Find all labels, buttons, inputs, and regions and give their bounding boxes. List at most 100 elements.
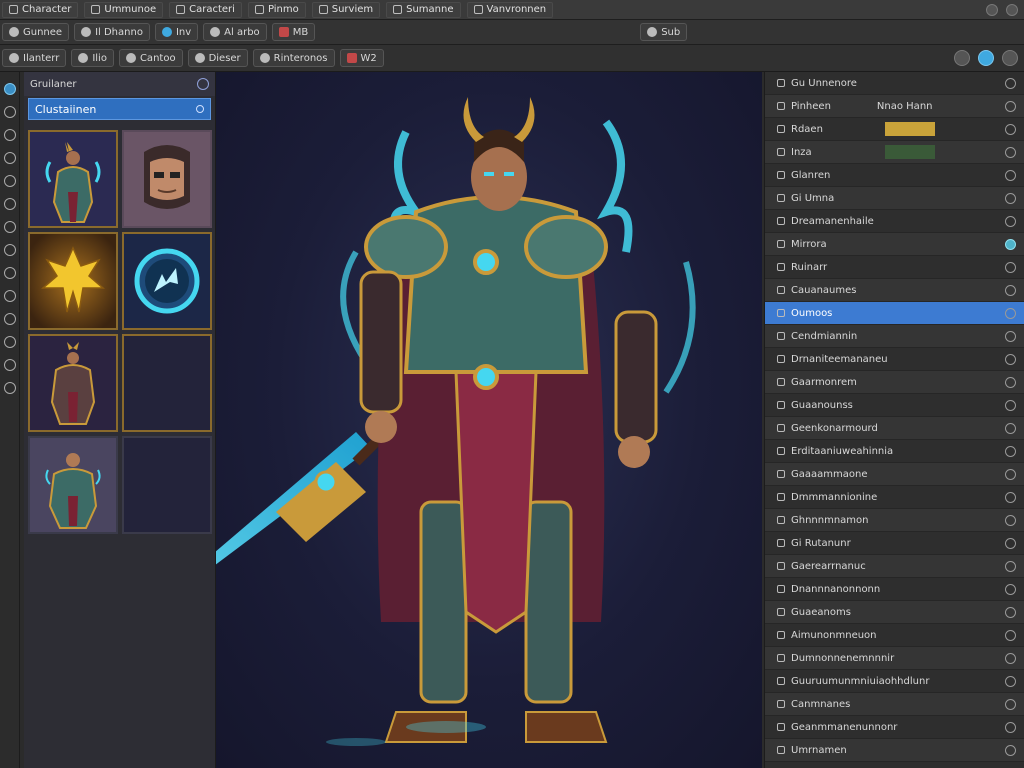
property-row[interactable]: Cauanaumes bbox=[765, 279, 1024, 302]
property-row[interactable]: Gi Umna bbox=[765, 187, 1024, 210]
eye-icon[interactable] bbox=[4, 221, 16, 233]
property-toggle-icon[interactable] bbox=[1005, 399, 1016, 411]
asset-tile-golden-rune[interactable] bbox=[28, 232, 118, 330]
property-row[interactable]: Umrnamen bbox=[765, 739, 1024, 762]
menu-item[interactable]: Ummunoe bbox=[84, 1, 164, 18]
property-toggle-icon[interactable] bbox=[1005, 307, 1016, 319]
property-row[interactable]: Erditaaniuweahinnia bbox=[765, 440, 1024, 463]
secondary-toolbar-button[interactable]: Cantoo bbox=[118, 49, 183, 67]
secondary-toolbar-button[interactable]: Ilanterr bbox=[2, 49, 67, 67]
property-row[interactable]: Dreamanenhaile bbox=[765, 210, 1024, 233]
secondary-toolbar-button[interactable]: W2 bbox=[339, 49, 384, 67]
toolbar-button[interactable]: MB bbox=[271, 23, 316, 41]
camera-icon[interactable] bbox=[978, 50, 994, 66]
property-row[interactable]: Cendmiannin bbox=[765, 325, 1024, 348]
scale-icon[interactable] bbox=[4, 152, 16, 164]
property-toggle-icon[interactable] bbox=[1005, 560, 1016, 572]
property-row[interactable]: Pinheen Nnao Hann bbox=[765, 95, 1024, 118]
asset-tile-empty-2[interactable] bbox=[122, 436, 212, 534]
browser-options-icon[interactable] bbox=[197, 78, 209, 90]
property-row[interactable]: Geanmmanenunnonr bbox=[765, 716, 1024, 739]
asset-tile-warrior-mini[interactable] bbox=[28, 334, 118, 432]
property-row[interactable]: Gaerearrnanuc bbox=[765, 555, 1024, 578]
paint-icon[interactable] bbox=[4, 198, 16, 210]
property-toggle-icon[interactable] bbox=[1005, 77, 1016, 89]
asset-tile-empty[interactable] bbox=[122, 334, 212, 432]
property-row[interactable]: Aimunonmneuon bbox=[765, 624, 1024, 647]
property-toggle-icon[interactable] bbox=[1005, 192, 1016, 204]
property-toggle-icon[interactable] bbox=[1005, 330, 1016, 342]
property-toggle-icon[interactable] bbox=[1005, 100, 1016, 112]
property-row[interactable]: Gaarmonrem bbox=[765, 371, 1024, 394]
property-row[interactable]: Drnaniteemananeu bbox=[765, 348, 1024, 371]
move-icon[interactable] bbox=[4, 106, 16, 118]
property-toggle-icon[interactable] bbox=[1005, 652, 1016, 664]
property-row[interactable]: Guaanounss bbox=[765, 394, 1024, 417]
property-row[interactable]: Mirrora bbox=[765, 233, 1024, 256]
property-toggle-icon[interactable] bbox=[1005, 583, 1016, 595]
property-row[interactable]: Ghnnnmnamon bbox=[765, 509, 1024, 532]
toolbar-button[interactable]: Inv bbox=[154, 23, 199, 41]
property-toggle-icon[interactable] bbox=[1005, 376, 1016, 388]
close-icon[interactable] bbox=[1006, 3, 1018, 16]
sub-button[interactable]: Sub bbox=[640, 23, 688, 41]
menu-item[interactable]: Surviem bbox=[311, 1, 381, 18]
toolbar-button[interactable]: Gunnee bbox=[2, 23, 70, 41]
property-row[interactable]: Gu Unnenore bbox=[765, 72, 1024, 95]
property-row[interactable]: Glanren bbox=[765, 164, 1024, 187]
toolbar-button[interactable]: Al arbo bbox=[203, 23, 267, 41]
property-row[interactable]: Gaaaammaone bbox=[765, 463, 1024, 486]
property-toggle-icon[interactable] bbox=[1005, 261, 1016, 273]
secondary-toolbar-button[interactable]: Dieser bbox=[187, 49, 248, 67]
property-row[interactable]: Oumoos bbox=[765, 302, 1024, 325]
selected-asset-folder[interactable]: Clustaiinen bbox=[28, 98, 211, 120]
property-toggle-icon[interactable] bbox=[1005, 491, 1016, 503]
material-icon[interactable] bbox=[4, 336, 16, 348]
render-icon[interactable] bbox=[4, 382, 16, 394]
menu-item[interactable]: Vanvronnen bbox=[466, 1, 554, 18]
property-row[interactable]: Guaeanoms bbox=[765, 601, 1024, 624]
camera-icon[interactable] bbox=[4, 267, 16, 279]
property-toggle-icon[interactable] bbox=[1005, 468, 1016, 480]
property-row[interactable]: Inza bbox=[765, 141, 1024, 164]
menu-item[interactable]: Sumanne bbox=[386, 1, 461, 18]
property-toggle-icon[interactable] bbox=[1005, 445, 1016, 457]
property-toggle-icon[interactable] bbox=[1005, 123, 1016, 135]
select-icon[interactable] bbox=[4, 83, 16, 95]
property-toggle-icon[interactable] bbox=[1005, 353, 1016, 365]
property-row[interactable]: Geenkonarmourd bbox=[765, 417, 1024, 440]
brush-icon[interactable] bbox=[4, 175, 16, 187]
rotate-icon[interactable] bbox=[4, 129, 16, 141]
property-toggle-icon[interactable] bbox=[1005, 146, 1016, 158]
property-toggle-icon[interactable] bbox=[1005, 514, 1016, 526]
color-swatch[interactable] bbox=[885, 122, 935, 136]
property-row[interactable]: Gi Rutanunr bbox=[765, 532, 1024, 555]
menu-item[interactable]: Character bbox=[2, 1, 79, 18]
color-swatch[interactable] bbox=[885, 145, 935, 159]
mesh-icon[interactable] bbox=[4, 313, 16, 325]
property-toggle-icon[interactable] bbox=[1005, 744, 1016, 756]
settings-icon[interactable] bbox=[986, 3, 998, 16]
asset-tile-warrior-portrait[interactable] bbox=[28, 130, 118, 228]
property-toggle-icon[interactable] bbox=[1005, 675, 1016, 687]
bone-icon[interactable] bbox=[4, 290, 16, 302]
asset-tile-face-mask[interactable] bbox=[122, 130, 212, 228]
property-toggle-icon[interactable] bbox=[1005, 169, 1016, 181]
property-row[interactable]: Ruinarr bbox=[765, 256, 1024, 279]
property-row[interactable]: Dnannnanonnonn bbox=[765, 578, 1024, 601]
property-row[interactable]: Guuruumunmniuiaohhdlunr bbox=[765, 670, 1024, 693]
property-row[interactable]: Rdaen bbox=[765, 118, 1024, 141]
property-toggle-icon[interactable] bbox=[1005, 721, 1016, 733]
property-row[interactable]: Dumnonnenemnnnir bbox=[765, 647, 1024, 670]
asset-tile-warrior-full[interactable] bbox=[28, 436, 118, 534]
property-row[interactable]: Dmmmannionine bbox=[765, 486, 1024, 509]
toolbar-button[interactable]: Il Dhanno bbox=[74, 23, 150, 41]
property-toggle-icon[interactable] bbox=[1005, 629, 1016, 641]
property-toggle-icon[interactable] bbox=[1005, 537, 1016, 549]
asset-tile-frost-sigil[interactable] bbox=[122, 232, 212, 330]
property-toggle-icon[interactable] bbox=[1005, 238, 1016, 250]
globe-icon[interactable] bbox=[954, 50, 970, 66]
settings-icon[interactable] bbox=[4, 359, 16, 371]
property-toggle-icon[interactable] bbox=[1005, 422, 1016, 434]
menu-item[interactable]: Pinmo bbox=[247, 1, 306, 18]
